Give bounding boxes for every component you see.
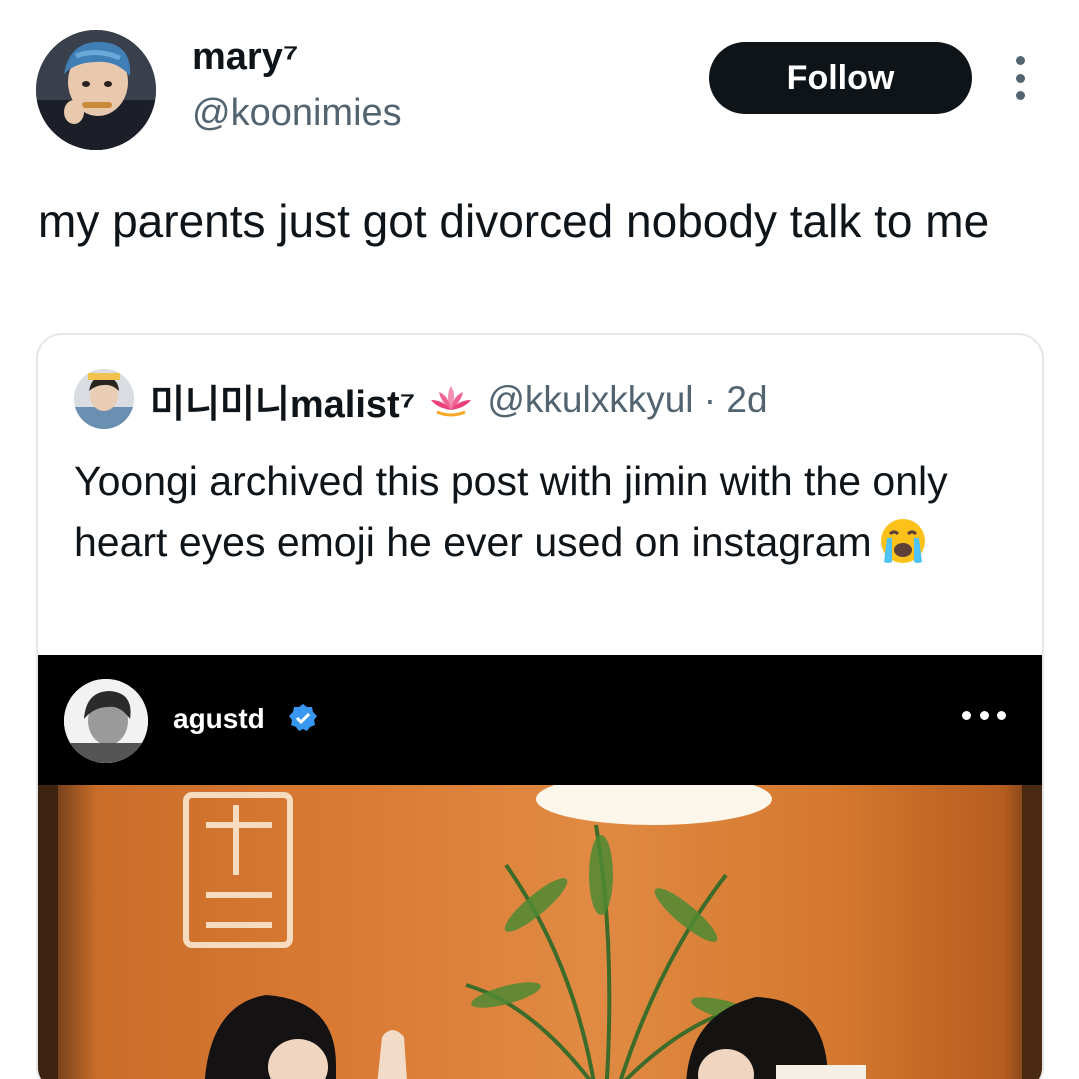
more-horizontal-icon [962,711,1006,723]
tweet-text: my parents just got divorced nobody talk… [38,195,990,247]
author-handle[interactable]: @koonimies [192,92,402,135]
quoted-display-name[interactable]: 미니미니malist⁷ [150,373,415,428]
lotus-emoji-icon [431,386,472,417]
instagram-header: agustd [38,655,1042,785]
follow-button[interactable]: Follow [709,42,972,114]
tweet-card: mary⁷ @koonimies Follow my parents just … [0,0,1079,1079]
author-avatar[interactable] [36,30,156,150]
instagram-avatar [64,679,148,763]
quoted-author-avatar [74,369,134,429]
crying-face-emoji-icon [880,519,925,563]
instagram-username: agustd [173,703,265,734]
quoted-handle-time: @kkulxkkyul · 2d [487,379,768,420]
quoted-text: Yoongi archived this post with jimin wit… [74,451,1024,573]
embedded-instagram-screenshot[interactable]: agustd [38,655,1042,1079]
author-display-name[interactable]: mary⁷ [192,36,299,79]
quoted-header: 미니미니malist⁷ @kkulxkkyul · 2d [150,373,768,428]
instagram-photo [38,773,1042,1079]
more-vertical-icon[interactable] [1008,56,1032,100]
verified-badge-icon [289,704,317,731]
quoted-text-content: Yoongi archived this post with jimin wit… [74,458,948,565]
quoted-tweet[interactable]: 미니미니malist⁷ @kkulxkkyul · 2d Yoongi arch… [36,333,1044,1079]
